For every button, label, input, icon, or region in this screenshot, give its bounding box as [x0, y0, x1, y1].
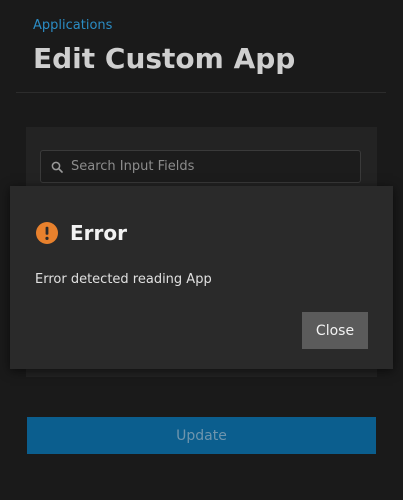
search-input[interactable] — [71, 151, 351, 182]
search-icon — [51, 161, 63, 173]
error-icon — [36, 222, 58, 244]
dialog-title: Error — [70, 221, 127, 245]
page-title: Edit Custom App — [33, 42, 296, 75]
error-dialog: Error Error detected reading App Close — [10, 186, 393, 369]
update-button[interactable]: Update — [27, 417, 376, 454]
header-divider — [16, 92, 386, 93]
search-box[interactable] — [40, 150, 361, 183]
dialog-message: Error detected reading App — [35, 272, 212, 287]
breadcrumb[interactable]: Applications — [33, 17, 112, 35]
close-button[interactable]: Close — [302, 312, 368, 349]
